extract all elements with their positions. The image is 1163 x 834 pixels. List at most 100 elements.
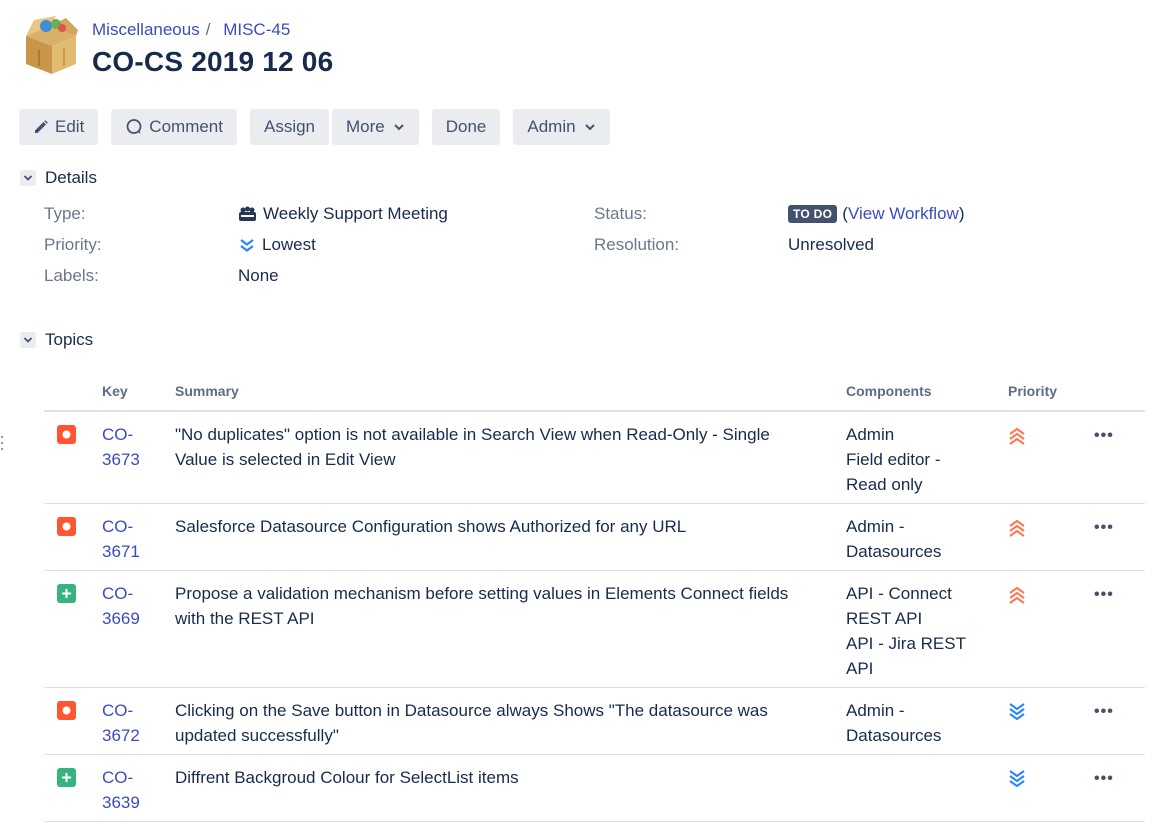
topics-heading: Topics bbox=[45, 330, 94, 349]
topics-table: Key Summary Components Priority CO- 3673 "… bbox=[44, 376, 1145, 822]
issue-summary[interactable]: "No duplicates" option is not available … bbox=[175, 422, 815, 472]
bug-icon bbox=[57, 517, 76, 536]
edit-button[interactable]: Edit bbox=[19, 109, 99, 145]
priority-lowest-icon bbox=[1008, 702, 1028, 729]
assign-button[interactable]: Assign bbox=[249, 109, 330, 145]
issue-key-cell: CO- 3639 bbox=[102, 765, 162, 815]
issue-components: Admin - Datasources bbox=[846, 514, 986, 564]
labels-value[interactable]: None bbox=[238, 266, 279, 286]
issue-key-cell: CO- 3669 bbox=[102, 581, 162, 631]
priority-highest-icon bbox=[1008, 426, 1028, 453]
breadcrumb: Miscellaneous / MISC-45 bbox=[92, 20, 290, 40]
new-feature-icon bbox=[57, 768, 76, 787]
comment-button-label: Comment bbox=[149, 117, 223, 136]
issue-key-cell: CO- 3673 bbox=[102, 422, 162, 472]
view-workflow-wrapper: (View Workflow) bbox=[842, 204, 965, 223]
priority-highest-icon bbox=[1008, 518, 1028, 545]
assign-button-label: Assign bbox=[263, 117, 316, 136]
issue-key-number: 3672 bbox=[102, 726, 140, 745]
priority-value-text: Lowest bbox=[262, 235, 316, 254]
row-more-actions-icon[interactable]: ••• bbox=[1094, 699, 1114, 724]
done-button[interactable]: Done bbox=[431, 109, 501, 145]
issue-key-number: 3639 bbox=[102, 793, 140, 812]
type-value-text: Weekly Support Meeting bbox=[263, 204, 448, 223]
table-row[interactable]: CO- 3639 Diffrent Backgroud Colour for Sel… bbox=[44, 755, 1145, 822]
component-line: API - Connect bbox=[846, 584, 952, 603]
row-more-actions-icon[interactable]: ••• bbox=[1094, 515, 1114, 540]
issue-key-link[interactable]: CO- 3671 bbox=[102, 517, 140, 561]
issue-summary[interactable]: Clicking on the Save button in Datasourc… bbox=[175, 698, 815, 748]
issue-key-link[interactable]: CO- 3639 bbox=[102, 768, 140, 812]
issue-key-prefix: CO- bbox=[102, 701, 134, 720]
issue-components: Admin Field editor - Read only bbox=[846, 422, 986, 497]
column-header-components[interactable]: Components bbox=[846, 383, 932, 399]
done-button-label: Done bbox=[445, 117, 487, 136]
issue-key-link[interactable]: CO- 3672 bbox=[102, 701, 140, 745]
table-row[interactable]: CO- 3671 Salesforce Datasource Configurati… bbox=[44, 504, 1145, 571]
issue-key-cell: CO- 3672 bbox=[102, 698, 162, 748]
admin-button[interactable]: Admin bbox=[513, 109, 610, 145]
issue-summary[interactable]: Propose a validation mechanism before se… bbox=[175, 581, 815, 631]
issue-summary[interactable]: Salesforce Datasource Configuration show… bbox=[175, 514, 815, 539]
breadcrumb-project-link[interactable]: Miscellaneous bbox=[92, 20, 200, 39]
details-heading: Details bbox=[45, 168, 97, 187]
component-line: REST API bbox=[846, 609, 923, 628]
table-row[interactable]: CO- 3669 Propose a validation mechanism be… bbox=[44, 571, 1145, 688]
pencil-icon bbox=[33, 119, 49, 135]
issue-key-link[interactable]: CO- 3669 bbox=[102, 584, 140, 628]
labels-label: Labels: bbox=[44, 266, 99, 285]
view-workflow-link[interactable]: View Workflow bbox=[848, 204, 959, 223]
status-label: Status: bbox=[594, 204, 647, 223]
row-more-actions-icon[interactable]: ••• bbox=[1094, 582, 1114, 607]
type-label: Type: bbox=[44, 204, 86, 223]
breadcrumb-issue-link[interactable]: MISC-45 bbox=[223, 20, 290, 39]
issue-key-prefix: CO- bbox=[102, 768, 134, 787]
drag-handle-icon[interactable] bbox=[0, 433, 4, 453]
edit-button-label: Edit bbox=[55, 117, 85, 136]
table-body: CO- 3673 "No duplicates" option is not ava… bbox=[44, 412, 1145, 822]
status-badge: TO DO bbox=[788, 205, 838, 223]
type-value: Weekly Support Meeting bbox=[238, 204, 448, 224]
priority-value: Lowest bbox=[238, 235, 316, 255]
issue-components: Admin - Datasources bbox=[846, 698, 986, 748]
more-button[interactable]: More bbox=[332, 109, 419, 145]
priority-label: Priority: bbox=[44, 235, 102, 254]
bug-icon bbox=[57, 425, 76, 444]
bug-icon bbox=[57, 701, 76, 720]
comment-button[interactable]: Comment bbox=[111, 109, 237, 145]
component-line: API - Jira REST bbox=[846, 634, 966, 653]
issue-key-number: 3673 bbox=[102, 450, 140, 469]
issue-key-link[interactable]: CO- 3673 bbox=[102, 425, 140, 469]
component-line: Datasources bbox=[846, 542, 942, 561]
issue-key-prefix: CO- bbox=[102, 584, 134, 603]
component-line: API bbox=[846, 659, 874, 678]
project-avatar-icon[interactable] bbox=[20, 14, 80, 78]
chevron-down-icon bbox=[20, 170, 36, 186]
issue-title[interactable]: CO-CS 2019 12 06 bbox=[92, 46, 333, 78]
topics-section-toggle[interactable]: Topics bbox=[20, 330, 93, 350]
component-line: Datasources bbox=[846, 726, 942, 745]
issue-key-prefix: CO- bbox=[102, 425, 134, 444]
breadcrumb-separator: / bbox=[205, 20, 211, 39]
issue-key-number: 3669 bbox=[102, 609, 140, 628]
chevron-down-icon bbox=[20, 332, 36, 348]
chevron-down-icon bbox=[393, 121, 405, 133]
column-header-priority[interactable]: Priority bbox=[1008, 383, 1057, 399]
component-line: Admin - bbox=[846, 517, 905, 536]
table-row[interactable]: CO- 3672 Clicking on the Save button in Da… bbox=[44, 688, 1145, 755]
issue-toolbar: Edit Comment Assign More Done Admin bbox=[19, 109, 610, 145]
table-row[interactable]: CO- 3673 "No duplicates" option is not ava… bbox=[44, 412, 1145, 504]
details-section-toggle[interactable]: Details bbox=[20, 168, 97, 188]
issue-summary[interactable]: Diffrent Backgroud Colour for SelectList… bbox=[175, 765, 815, 790]
column-header-summary[interactable]: Summary bbox=[175, 383, 239, 399]
issue-key-prefix: CO- bbox=[102, 517, 134, 536]
row-more-actions-icon[interactable]: ••• bbox=[1094, 766, 1114, 791]
component-line: Admin - bbox=[846, 701, 905, 720]
priority-lowest-icon bbox=[1008, 769, 1028, 796]
component-line: Admin bbox=[846, 425, 895, 444]
resolution-value: Unresolved bbox=[788, 235, 874, 254]
table-header: Key Summary Components Priority bbox=[44, 376, 1145, 412]
column-header-key[interactable]: Key bbox=[102, 383, 128, 399]
issue-key-number: 3671 bbox=[102, 542, 140, 561]
row-more-actions-icon[interactable]: ••• bbox=[1094, 423, 1114, 448]
